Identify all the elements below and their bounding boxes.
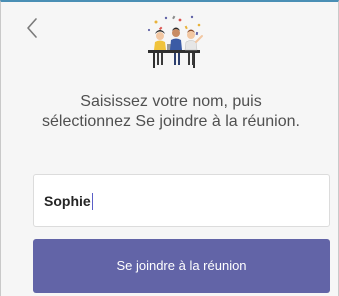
join-meeting-button[interactable]: Se joindre à la réunion xyxy=(33,239,330,293)
text-cursor xyxy=(91,193,93,210)
name-input-value: Sophie xyxy=(44,193,93,210)
join-instructions: Saisissez votre nom, puis sélectionnez S… xyxy=(42,93,300,130)
chevron-left-icon xyxy=(27,18,37,38)
join-meeting-screen: Saisissez votre nom, puis sélectionnez S… xyxy=(0,0,339,296)
name-input[interactable]: Sophie xyxy=(33,174,330,227)
meeting-people-illustration xyxy=(136,14,212,70)
back-button[interactable] xyxy=(23,16,43,40)
